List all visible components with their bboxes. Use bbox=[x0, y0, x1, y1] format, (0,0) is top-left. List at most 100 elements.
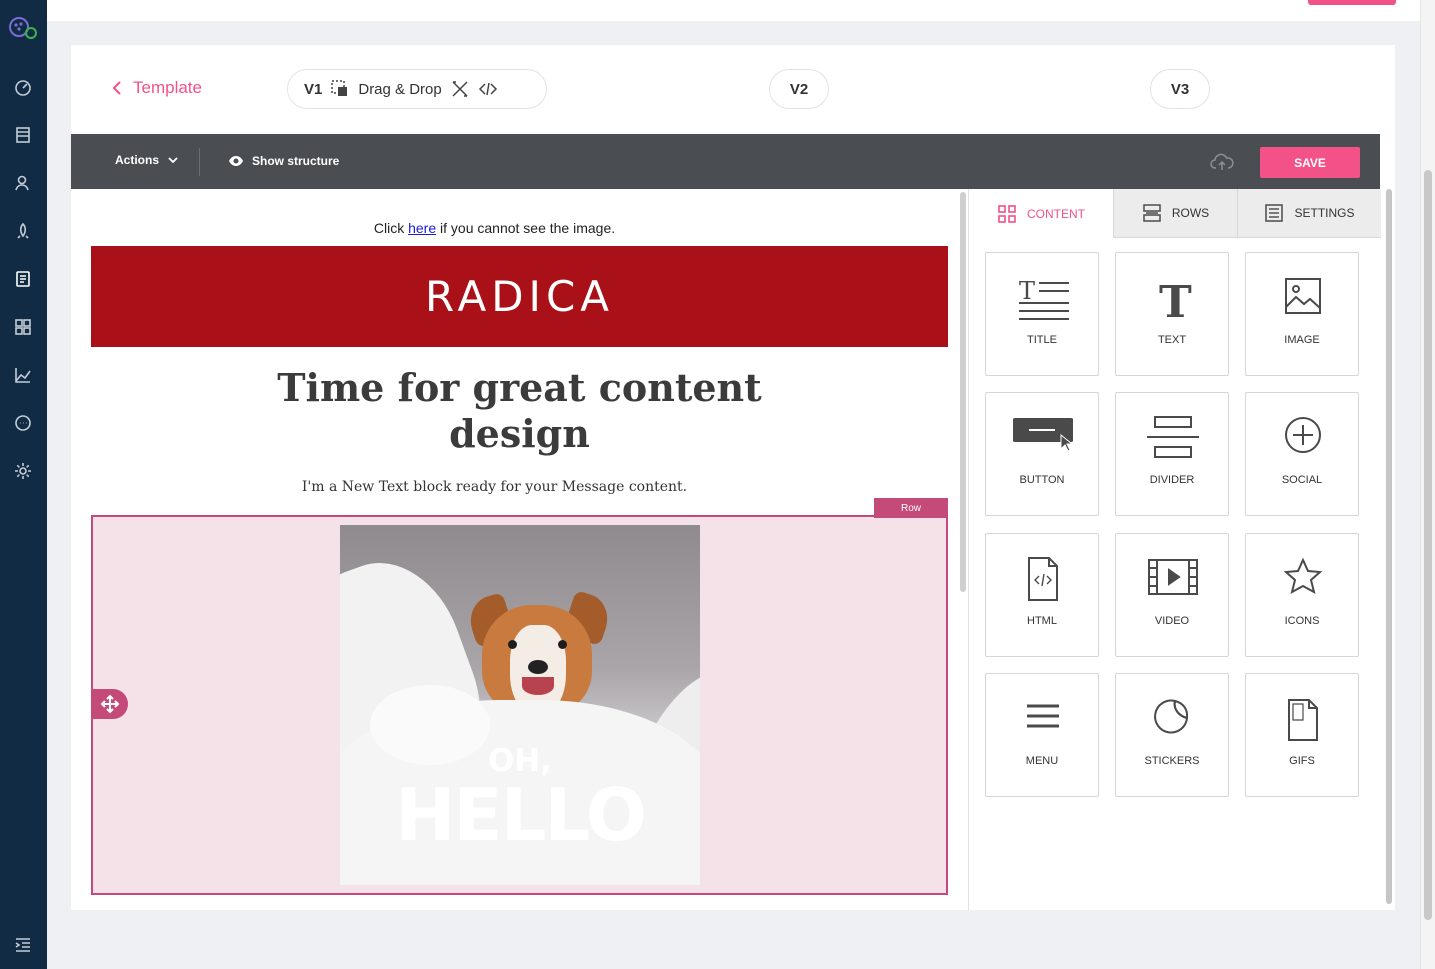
view-online-line: Click here if you cannot see the image. bbox=[71, 220, 968, 236]
version-v2-pill[interactable]: V2 bbox=[769, 69, 829, 109]
apps-grid-icon[interactable] bbox=[12, 316, 34, 338]
email-editor: Actions Show structure SAVE Click here i… bbox=[71, 134, 1392, 910]
version-v2-label: V2 bbox=[789, 80, 809, 98]
block-icons[interactable]: ICONS bbox=[1245, 533, 1359, 657]
block-gifs-label: GIFS bbox=[1289, 755, 1315, 767]
move-handle-icon[interactable] bbox=[91, 689, 128, 719]
top-action-button[interactable] bbox=[1308, 0, 1396, 5]
chat-icon[interactable] bbox=[12, 412, 34, 434]
block-title[interactable]: T TITLE bbox=[985, 252, 1099, 376]
block-text[interactable]: T TEXT bbox=[1115, 252, 1229, 376]
rows-icon bbox=[1143, 204, 1161, 222]
chevron-down-icon bbox=[168, 157, 178, 164]
analytics-icon[interactable] bbox=[12, 364, 34, 386]
template-editor-card: Template V1 Drag & Drop V2 V3 Actions Sh… bbox=[71, 45, 1395, 910]
settings-list-icon bbox=[1265, 204, 1284, 222]
panel-scrollbar-thumb[interactable] bbox=[1386, 189, 1392, 904]
svg-text:T: T bbox=[1159, 277, 1192, 321]
editor-toolbar: Actions Show structure SAVE bbox=[71, 134, 1380, 189]
block-button[interactable]: BUTTON bbox=[985, 392, 1099, 516]
settings-gear-icon[interactable] bbox=[12, 460, 34, 482]
version-v3-pill[interactable]: V3 bbox=[1150, 69, 1210, 109]
contacts-icon[interactable] bbox=[12, 172, 34, 194]
social-plus-icon bbox=[1285, 417, 1321, 453]
rocket-icon[interactable] bbox=[12, 220, 34, 242]
block-menu[interactable]: MENU bbox=[985, 673, 1099, 797]
dashboard-icon[interactable] bbox=[12, 76, 34, 98]
block-menu-label: MENU bbox=[1025, 755, 1059, 767]
page-scrollbar[interactable] bbox=[1420, 0, 1435, 969]
left-nav bbox=[0, 0, 47, 969]
list-icon[interactable] bbox=[12, 124, 34, 146]
block-html[interactable]: HTML bbox=[985, 533, 1099, 657]
click-prefix: Click bbox=[373, 220, 405, 236]
block-gifs[interactable]: GIFS bbox=[1245, 673, 1359, 797]
button-block-icon bbox=[1013, 418, 1073, 452]
email-headline[interactable]: Time for great content design bbox=[271, 365, 768, 457]
block-divider-label: DIVIDER bbox=[1149, 474, 1195, 486]
gif-dog-mouth bbox=[522, 677, 554, 695]
click-suffix: if you cannot see the image. bbox=[440, 220, 616, 236]
canvas-scrollbar[interactable] bbox=[958, 189, 968, 910]
divider-block-icon bbox=[1147, 416, 1199, 458]
code-icon[interactable] bbox=[478, 79, 498, 99]
here-link[interactable]: here bbox=[408, 220, 436, 236]
block-button-label: BUTTON bbox=[1019, 474, 1065, 486]
version-v3-label: V3 bbox=[1170, 80, 1190, 98]
page-scrollbar-thumb[interactable] bbox=[1424, 170, 1432, 920]
block-social-label: SOCIAL bbox=[1281, 474, 1323, 486]
sticker-icon bbox=[1154, 699, 1189, 734]
design-tools-icon[interactable] bbox=[450, 79, 470, 99]
tab-rows-label: ROWS bbox=[1171, 206, 1210, 220]
block-stickers-label: STICKERS bbox=[1144, 755, 1200, 767]
block-image-label: IMAGE bbox=[1284, 334, 1320, 346]
email-text-block[interactable]: I'm a New Text block ready for your Mess… bbox=[71, 479, 968, 495]
image-block-icon bbox=[1285, 278, 1321, 314]
drag-drop-icon bbox=[331, 80, 348, 96]
save-button[interactable]: SAVE bbox=[1260, 147, 1360, 178]
tab-settings-label: SETTINGS bbox=[1294, 206, 1355, 220]
html-file-icon bbox=[1028, 557, 1058, 601]
tab-content-label: CONTENT bbox=[1027, 206, 1085, 221]
hello-dog-gif[interactable]: OH, HELLO bbox=[340, 525, 700, 885]
svg-text:T: T bbox=[1019, 277, 1035, 305]
gif-dog-nose bbox=[528, 660, 548, 674]
row-tag: Row bbox=[874, 498, 948, 518]
tab-rows[interactable]: ROWS bbox=[1113, 189, 1237, 238]
block-image[interactable]: IMAGE bbox=[1245, 252, 1359, 376]
block-video[interactable]: VIDEO bbox=[1115, 533, 1229, 657]
app-logo[interactable] bbox=[6, 14, 40, 48]
toolbar-divider bbox=[199, 148, 200, 176]
back-label: Template bbox=[133, 78, 202, 97]
show-structure-label: Show structure bbox=[252, 154, 340, 168]
cloud-upload-icon[interactable] bbox=[1210, 151, 1234, 173]
block-stickers[interactable]: STICKERS bbox=[1115, 673, 1229, 797]
gif-dog-eye-right bbox=[558, 640, 567, 649]
block-social[interactable]: SOCIAL bbox=[1245, 392, 1359, 516]
version-v1-label: V1 bbox=[304, 80, 323, 98]
canvas-scrollbar-thumb[interactable] bbox=[960, 192, 966, 592]
block-divider[interactable]: DIVIDER bbox=[1115, 392, 1229, 516]
tab-settings[interactable]: SETTINGS bbox=[1237, 189, 1381, 238]
expand-menu-icon[interactable] bbox=[12, 934, 34, 956]
tab-content[interactable]: CONTENT bbox=[969, 189, 1113, 238]
chevron-left-icon bbox=[112, 81, 121, 95]
show-structure-toggle[interactable]: Show structure bbox=[228, 153, 339, 169]
panel-tabs: CONTENT ROWS SETTINGS bbox=[969, 189, 1381, 238]
brand-logo-text: RADICA bbox=[425, 272, 614, 321]
brand-banner[interactable]: RADICA bbox=[91, 246, 948, 347]
version-v1-mode: Drag & Drop bbox=[358, 80, 442, 98]
block-title-label: TITLE bbox=[1027, 334, 1057, 346]
templates-icon[interactable] bbox=[12, 268, 34, 290]
block-icons-label: ICONS bbox=[1284, 615, 1320, 627]
title-block-icon: T bbox=[1019, 277, 1069, 320]
version-v1-pill[interactable]: V1 Drag & Drop bbox=[287, 69, 547, 109]
top-bar bbox=[47, 0, 1420, 21]
actions-dropdown[interactable]: Actions bbox=[115, 153, 179, 167]
block-video-label: VIDEO bbox=[1154, 615, 1190, 627]
menu-lines-icon bbox=[1027, 704, 1059, 728]
panel-scrollbar[interactable] bbox=[1384, 189, 1394, 910]
back-to-template-link[interactable]: Template bbox=[111, 78, 202, 98]
block-html-label: HTML bbox=[1027, 615, 1057, 627]
email-canvas[interactable]: Click here if you cannot see the image. … bbox=[71, 189, 968, 910]
